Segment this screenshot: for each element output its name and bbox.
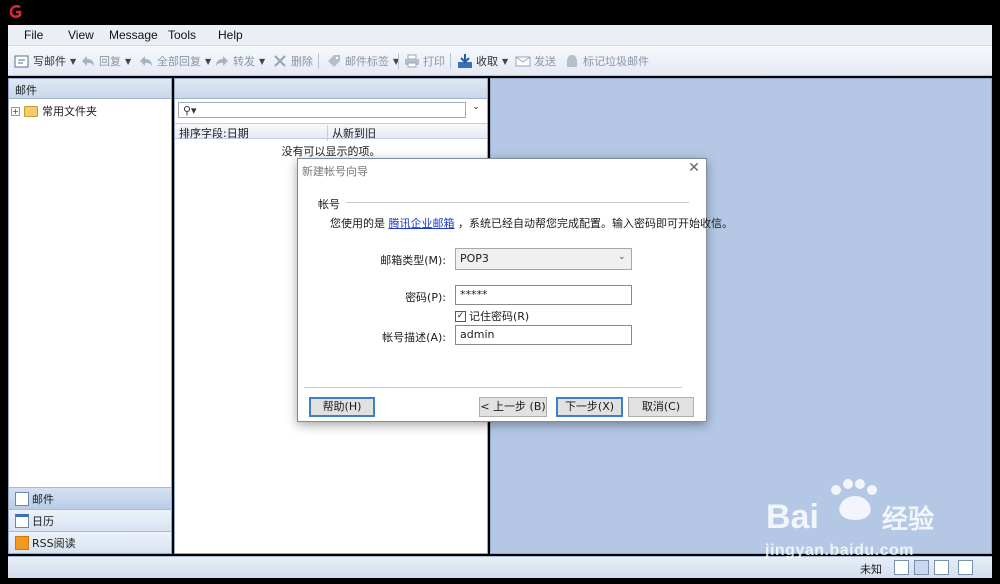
compose-button[interactable]: 写邮件 ▼ [14,52,76,70]
status-text: 未知 [860,563,882,576]
account-group-label: 帐号 [318,198,340,211]
baidu-watermark-logo: Bai 经验 [766,479,934,536]
chevron-down-icon[interactable]: ⌄ [469,102,483,118]
watermark-url: jingyan.baidu.com [765,542,914,559]
mail-type-label: 邮箱类型(M): [380,254,446,267]
password-label: 密码(P): [405,291,446,304]
list-pane-header [175,79,487,99]
nav-rss[interactable]: RSS阅读 [9,531,171,553]
layout-view-icon[interactable] [894,560,909,575]
reply-all-icon [138,53,154,69]
reply-all-button[interactable]: 全部回复 ▼ [138,52,211,70]
sort-bar: 排序字段:日期 从新到旧 [175,123,487,141]
folder-label: 常用文件夹 [42,105,97,118]
intro-text: 您使用的是 腾讯企业邮箱 ，系统已经自动帮您完成配置。输入密码即可开始收信。 [330,217,733,230]
calendar-icon [15,513,29,528]
folder-tree-item[interactable]: + 常用文件夹 [11,103,97,119]
layout-view-icon[interactable] [958,560,973,575]
next-button[interactable]: 下一步(X) [556,397,623,417]
close-icon[interactable]: ✕ [686,160,702,176]
dropdown-arrow-icon: ▼ [259,56,266,66]
menu-bar: File View Message Tools Help [8,25,992,46]
mail-type-select[interactable]: POP3 [455,248,632,270]
forward-icon [214,53,230,69]
new-account-wizard-dialog: 新建帐号向导 ✕ 帐号 您使用的是 腾讯企业邮箱 ，系统已经自动帮您完成配置。输… [297,158,733,422]
sort-order-header[interactable]: 从新到旧 [327,125,376,141]
reply-button[interactable]: 回复 ▼ [80,52,131,70]
menu-file[interactable]: File [24,28,43,42]
tags-button[interactable]: 邮件标签 ▼ [326,52,399,70]
print-button[interactable]: 打印 [404,52,445,70]
dropdown-arrow-icon: ▼ [205,56,212,66]
title-bar [0,0,1000,25]
send-button[interactable]: 发送 [515,52,556,70]
toolbar-separator [318,53,319,69]
forward-button[interactable]: 转发 ▼ [214,52,265,70]
reply-icon [80,53,96,69]
dialog-title: 新建帐号向导 [302,165,368,178]
back-button[interactable]: < 上一步 (B) [479,397,547,417]
menu-view[interactable]: View [68,28,94,42]
toolbar-separator [398,53,399,69]
rss-icon [15,535,29,550]
layout-view-icon[interactable] [934,560,949,575]
compose-icon [14,53,30,69]
send-icon [515,53,531,69]
chevron-down-icon[interactable]: ⌄ [618,252,626,262]
menu-tools[interactable]: Tools [168,28,196,42]
svg-text:Bai: Bai [766,498,819,536]
mark-junk-button[interactable]: 标记垃圾邮件 [564,52,649,70]
tag-icon [326,53,342,69]
remember-password-checkbox[interactable]: ✓ 记住密码(R) [455,308,529,324]
account-description-field[interactable]: admin [455,325,632,345]
password-field[interactable]: ***** [455,285,632,305]
toolbar: 写邮件 ▼ 回复 ▼ 全部回复 ▼ 转发 ▼ 删除 邮件标签 ▼ 打印 收取 ▼ 发送 标记… [8,46,992,76]
layout-view-icon[interactable] [914,560,929,575]
expand-icon[interactable]: + [11,106,20,116]
toolbar-separator [450,53,451,69]
dropdown-arrow-icon: ▼ [70,56,77,66]
button-divider [304,387,682,388]
menu-help[interactable]: Help [218,28,243,42]
folder-icon [24,105,38,117]
checkbox-checked-icon[interactable]: ✓ [455,310,466,322]
group-divider [346,202,689,203]
nav-calendar[interactable]: 日历 [9,509,171,531]
dropdown-arrow-icon: ▼ [502,56,509,66]
folder-pane-header: 邮件 [9,79,171,99]
junk-icon [564,53,580,69]
provider-link[interactable]: 腾讯企业邮箱 [389,217,455,230]
svg-text:经验: 经验 [882,504,934,535]
sort-field-header[interactable]: 排序字段:日期 [179,125,249,141]
delete-button[interactable]: 删除 [272,52,313,70]
cancel-button[interactable]: 取消(C) [628,397,694,417]
app-logo-icon [9,4,22,18]
search-input[interactable]: ⚲▾ [178,102,466,118]
mail-icon [15,491,29,506]
search-icon[interactable]: ⚲▾ [183,104,197,117]
dropdown-arrow-icon: ▼ [125,56,132,66]
delete-icon [272,53,288,69]
receive-button[interactable]: 收取 ▼ [457,52,508,70]
receive-icon [457,53,473,69]
account-description-label: 帐号描述(A): [382,331,446,344]
help-button[interactable]: 帮助(H) [309,397,375,417]
printer-icon [404,53,420,69]
folder-pane: 邮件 + 常用文件夹 邮件 日历 RSS阅读 [8,78,172,554]
menu-message[interactable]: Message [109,28,158,42]
empty-list-message: 没有可以显示的项。 [281,145,381,158]
nav-mail[interactable]: 邮件 [9,487,171,509]
remember-password-label: 记住密码(R) [469,310,530,323]
